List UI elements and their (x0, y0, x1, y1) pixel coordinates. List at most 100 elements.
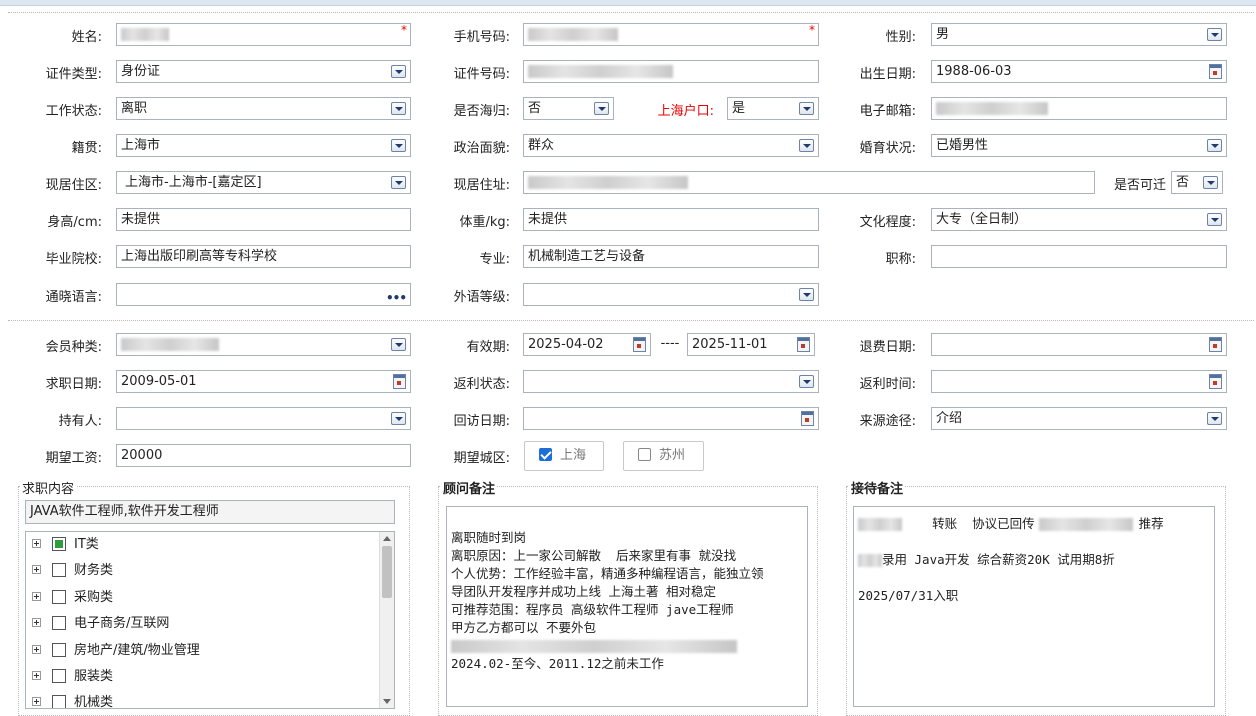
chevron-down-icon[interactable] (1207, 213, 1222, 226)
city-option-shanghai[interactable]: 上海 (524, 441, 604, 471)
expand-icon[interactable] (32, 618, 41, 627)
district-select[interactable]: 上海市-上海市-[嘉定区] (116, 171, 411, 194)
work-status-select[interactable]: 离职 (116, 97, 411, 120)
chevron-down-icon[interactable] (1203, 176, 1218, 189)
calendar-icon[interactable] (393, 374, 406, 389)
source-select[interactable]: 介绍 (931, 407, 1227, 430)
holder-select[interactable] (116, 407, 411, 430)
tree-checkbox[interactable] (52, 643, 66, 657)
visit-date-field[interactable] (523, 407, 819, 430)
tree-checkbox[interactable] (52, 616, 66, 630)
calendar-icon[interactable] (797, 337, 810, 352)
language-field[interactable]: ••• (116, 283, 411, 306)
foreign-level-select[interactable] (523, 283, 819, 306)
chevron-down-icon[interactable] (1207, 28, 1222, 41)
expand-icon[interactable] (32, 565, 41, 574)
tree-item[interactable]: 房地产/建筑/物业管理 (32, 641, 200, 661)
tree-item[interactable]: 服装类 (32, 667, 113, 687)
valid-to-field[interactable]: 2025-11-01 (687, 333, 815, 356)
job-summary-field[interactable]: JAVA软件工程师,软件开发工程师 (25, 500, 395, 524)
rebate-time-field[interactable] (931, 370, 1227, 393)
chevron-down-icon[interactable] (594, 102, 609, 115)
scroll-down-icon[interactable] (383, 699, 391, 704)
job-date-field[interactable]: 2009-05-01 (116, 370, 411, 393)
expand-icon[interactable] (32, 671, 41, 680)
chevron-down-icon[interactable] (391, 139, 406, 152)
calendar-icon[interactable] (1209, 64, 1222, 79)
rebate-status-select[interactable] (523, 370, 819, 393)
tree-item[interactable]: 采购类 (32, 588, 113, 608)
returnee-select[interactable]: 否 (523, 97, 614, 120)
tree-item-label: 采购类 (74, 590, 114, 605)
native-select[interactable]: 上海市 (116, 134, 411, 157)
valid-from-field[interactable]: 2025-04-02 (523, 333, 651, 356)
expand-icon[interactable] (32, 592, 41, 601)
chevron-down-icon[interactable] (391, 176, 406, 189)
top-bar (0, 0, 1256, 6)
calendar-icon[interactable] (633, 337, 646, 352)
chevron-down-icon[interactable] (391, 412, 406, 425)
ellipsis-icon[interactable]: ••• (386, 288, 407, 305)
calendar-icon[interactable] (1209, 374, 1222, 389)
calendar-icon[interactable] (1209, 337, 1222, 352)
email-field[interactable] (931, 97, 1227, 120)
relocate-select[interactable]: 否 (1171, 171, 1223, 194)
salary-field[interactable]: 20000 (116, 444, 411, 467)
education-select[interactable]: 大专（全日制） (931, 208, 1227, 231)
tree-checkbox[interactable] (52, 563, 66, 577)
height-value: 未提供 (121, 212, 161, 227)
chevron-down-icon[interactable] (799, 102, 814, 115)
weight-field[interactable]: 未提供 (523, 208, 819, 231)
chevron-down-icon[interactable] (391, 65, 406, 78)
tree-checkbox[interactable] (52, 669, 66, 683)
address-field[interactable] (523, 171, 1095, 194)
school-field[interactable]: 上海出版印刷高等专科学校 (116, 245, 411, 268)
tree-item[interactable]: IT类 (32, 535, 99, 555)
checkbox[interactable] (638, 448, 651, 461)
tree-item[interactable]: 电子商务/互联网 (32, 614, 169, 634)
height-field[interactable]: 未提供 (116, 208, 411, 231)
hukou-select[interactable]: 是 (727, 97, 819, 120)
chevron-down-icon[interactable] (391, 102, 406, 115)
chevron-down-icon[interactable] (799, 139, 814, 152)
political-select[interactable]: 群众 (523, 134, 819, 157)
chevron-down-icon[interactable] (1207, 412, 1222, 425)
title-label: 职称: (885, 252, 916, 267)
id-number-label: 证件号码: (453, 67, 510, 82)
name-field[interactable]: * (116, 23, 411, 46)
required-mark: * (809, 23, 815, 37)
title-field[interactable] (931, 245, 1227, 268)
calendar-icon[interactable] (801, 411, 814, 426)
gender-select[interactable]: 男 (931, 23, 1227, 46)
tree-item[interactable]: 财务类 (32, 561, 113, 581)
marital-select[interactable]: 已婚男性 (931, 134, 1227, 157)
reception-notes-textarea[interactable]: 转账 协议已回传 推荐 录用 Java开发 综合薪资20K 试用期8折 2025/07… (853, 506, 1215, 707)
checkbox[interactable] (539, 448, 552, 461)
chevron-down-icon[interactable] (799, 375, 814, 388)
scroll-up-icon[interactable] (383, 536, 391, 541)
id-type-select[interactable]: 身份证 (116, 60, 411, 83)
expand-icon[interactable] (32, 539, 41, 548)
chevron-down-icon[interactable] (1207, 139, 1222, 152)
chevron-down-icon[interactable] (799, 288, 814, 301)
tree-scrollbar[interactable] (379, 532, 394, 708)
major-field[interactable]: 机械制造工艺与设备 (523, 245, 819, 268)
birth-date-field[interactable]: 1988-06-03 (931, 60, 1227, 83)
phone-field[interactable]: * (523, 23, 819, 46)
chevron-down-icon[interactable] (391, 338, 406, 351)
tree-checkbox[interactable] (52, 537, 66, 551)
tree-item[interactable]: 机械类 (32, 693, 113, 708)
scroll-thumb[interactable] (382, 546, 392, 598)
tree-item-label: 服装类 (74, 669, 114, 684)
tree-checkbox[interactable] (52, 695, 66, 708)
city-option-suzhou[interactable]: 苏州 (623, 441, 704, 471)
member-type-select[interactable] (116, 333, 411, 356)
valid-separator: ---- (660, 336, 680, 351)
advisor-notes-textarea[interactable]: 离职随时到岗 离职原因：上一家公司解散 后来家里有事 就没找 个人优势：工作经验丰富… (446, 506, 808, 707)
id-number-field[interactable] (523, 60, 819, 83)
tree-checkbox[interactable] (52, 590, 66, 604)
expand-icon[interactable] (32, 697, 41, 706)
refund-date-field[interactable] (931, 333, 1227, 356)
salary-label: 期望工资: (45, 451, 102, 466)
expand-icon[interactable] (32, 645, 41, 654)
